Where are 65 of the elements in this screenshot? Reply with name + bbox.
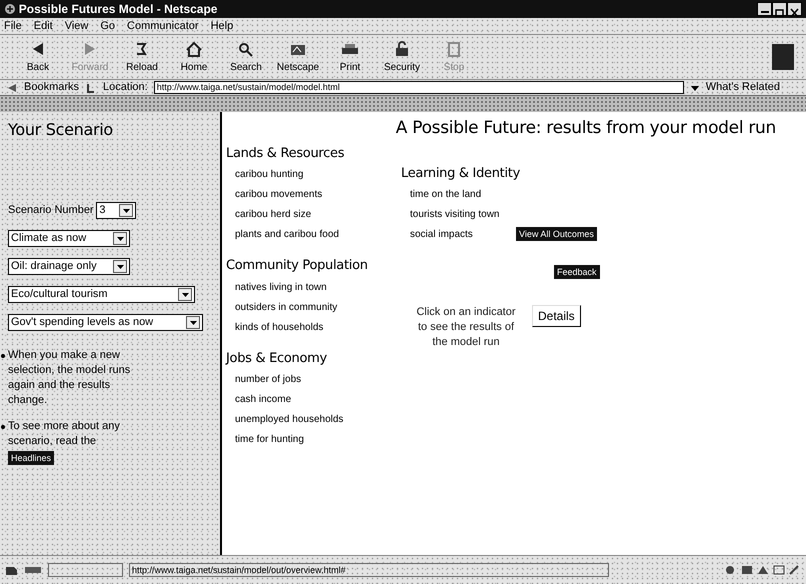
toolbar-button[interactable]: Search — [220, 37, 272, 77]
maximize-icon — [773, 6, 786, 19]
dropdown-arrow-icon — [116, 235, 124, 242]
dropdown-arrow-icon — [180, 291, 190, 298]
feedback-button[interactable]: Feedback — [554, 265, 600, 279]
menu-item[interactable]: Edit — [34, 18, 53, 34]
view-all-button[interactable]: View All Outcomes — [516, 227, 597, 241]
dropdown-arrow-icon — [116, 263, 124, 270]
indicator-link[interactable]: kinds of households — [226, 318, 324, 338]
indicator-link[interactable]: time for hunting — [226, 430, 304, 450]
group-heading: Learning & Identity — [401, 164, 521, 182]
dropdown-arrow-icon — [122, 207, 131, 214]
option-select[interactable]: Gov't spending levels as now — [8, 314, 203, 331]
indicator-link[interactable]: outsiders in community — [226, 298, 338, 318]
group-heading: Jobs & Economy — [226, 350, 328, 368]
menu-item[interactable]: Communicator — [127, 18, 199, 34]
indicator-link[interactable]: natives living in town — [226, 278, 327, 298]
indicator-link[interactable]: caribou movements — [226, 185, 322, 205]
close-button[interactable] — [787, 2, 802, 16]
app-icon — [4, 3, 16, 15]
logo-icon — [772, 44, 794, 70]
toolbar-button[interactable]: Back — [12, 37, 64, 77]
toolbar-button[interactable]: Print — [324, 37, 376, 77]
indicator-link[interactable]: time on the land — [401, 185, 482, 205]
group-heading: Lands & Resources — [226, 144, 346, 162]
minimize-button[interactable] — [757, 2, 772, 16]
close-icon — [788, 6, 801, 19]
option-select[interactable]: Oil: drainage only — [8, 258, 130, 275]
indicator-link[interactable]: cash income — [226, 390, 292, 410]
indicator-link[interactable]: number of jobs — [226, 370, 302, 390]
indicator-link[interactable]: unemployed households — [226, 410, 344, 430]
menu-item[interactable]: File — [4, 18, 22, 34]
url-field[interactable]: http://www.taiga.net/sustain/model/model.html — [154, 81, 684, 94]
scenario-select[interactable]: 3 — [96, 202, 136, 219]
option-select[interactable]: Climate as now — [8, 230, 130, 247]
dropdown-arrow-icon — [188, 319, 198, 326]
window-title: Possible Futures Model - Netscape — [18, 1, 218, 18]
menu-item[interactable]: Help — [210, 18, 234, 34]
bookmarks-button[interactable]: Bookmarks — [24, 79, 80, 96]
toolbar-button[interactable]: Reload — [116, 37, 168, 77]
menu-item[interactable]: View — [64, 18, 88, 34]
related-button[interactable]: What's Related — [706, 79, 780, 96]
status-text: http://www.taiga.net/sustain/model/out/overview.html# — [129, 563, 609, 577]
toolbar-button[interactable]: Netscape — [272, 37, 324, 77]
note-text: When you make a new selection, the model runs again and the results change. — [8, 348, 130, 406]
indicator-link[interactable]: social impacts — [401, 225, 473, 245]
option-select[interactable]: Eco/cultural tourism — [8, 286, 195, 303]
indicator-link[interactable]: caribou hunting — [226, 165, 304, 185]
maximize-button[interactable] — [772, 2, 787, 16]
group-heading: Community Population — [226, 257, 369, 275]
note-text: To see more about any scenario, read the — [8, 420, 120, 446]
page-title: A Possible Future: results from your model run — [394, 117, 777, 140]
indicator-link[interactable]: plants and caribou food — [226, 225, 339, 245]
sidebar-heading: Your Scenario — [8, 119, 114, 141]
scenario-label: Scenario Number — [8, 203, 94, 218]
toolbar-button[interactable]: Security — [376, 37, 428, 77]
hint-text: Click on an indicator to see the results of the model run — [415, 305, 517, 350]
indicator-link[interactable]: caribou herd size — [226, 205, 312, 225]
details-button[interactable]: Details — [532, 305, 581, 327]
indicator-link[interactable]: tourists visiting town — [401, 205, 500, 225]
headlines-button[interactable]: Headlines — [8, 451, 54, 466]
minimize-icon — [760, 11, 768, 13]
location-label: Location: — [103, 80, 148, 96]
toolbar-button[interactable]: Home — [168, 37, 220, 77]
menu-item[interactable]: Go — [100, 18, 116, 34]
